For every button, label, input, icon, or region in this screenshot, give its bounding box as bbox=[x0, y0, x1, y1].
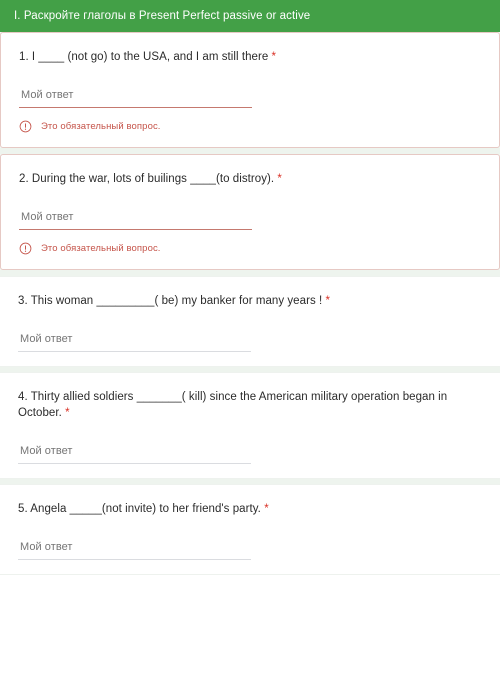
answer-input-5[interactable] bbox=[18, 539, 255, 559]
questions-list: 1. I ____ (not go) to the USA, and I am … bbox=[0, 32, 500, 575]
answer-input-4[interactable] bbox=[18, 443, 255, 463]
exclamation-circle-icon bbox=[19, 120, 32, 133]
required-asterisk-4: * bbox=[65, 407, 70, 419]
answer-input-2[interactable] bbox=[19, 209, 256, 229]
question-text-5: 5. Angela _____(not invite) to her frien… bbox=[18, 503, 261, 515]
required-asterisk-1: * bbox=[271, 51, 277, 63]
form-section-title: I. Раскройте глаголы в Present Perfect p… bbox=[14, 9, 311, 22]
question-text-4: 4. Thirty allied soldiers _______( kill)… bbox=[18, 391, 448, 419]
question-title-5: 5. Angela _____(not invite) to her frien… bbox=[18, 501, 482, 517]
error-row-2: Это обязательный вопрос. bbox=[19, 242, 481, 255]
answer-underline-2 bbox=[19, 229, 252, 230]
question-text-3: 3. This woman _________( be) my banker f… bbox=[18, 295, 323, 307]
answer-underline-5 bbox=[18, 559, 251, 560]
answer-underline-3 bbox=[18, 351, 251, 352]
question-text-1: 1. I ____ (not go) to the USA, and I am … bbox=[19, 51, 269, 63]
question-card-3[interactable]: 3. This woman _________( be) my banker f… bbox=[0, 276, 500, 367]
error-message-1: Это обязательный вопрос. bbox=[41, 121, 161, 132]
question-card-4[interactable]: 4. Thirty allied soldiers _______( kill)… bbox=[0, 372, 500, 479]
error-message-2: Это обязательный вопрос. bbox=[41, 243, 161, 254]
required-asterisk-3: * bbox=[325, 295, 331, 307]
exclamation-circle-icon bbox=[19, 242, 32, 255]
question-text-2: 2. During the war, lots of builings ____… bbox=[19, 173, 275, 185]
question-title-2: 2. During the war, lots of builings ____… bbox=[19, 171, 481, 187]
answer-input-3[interactable] bbox=[18, 331, 255, 351]
answer-field-2[interactable] bbox=[19, 209, 256, 230]
required-asterisk-5: * bbox=[264, 503, 269, 515]
answer-field-3[interactable] bbox=[18, 331, 255, 352]
required-asterisk-2: * bbox=[277, 173, 282, 185]
question-card-2[interactable]: 2. During the war, lots of builings ____… bbox=[0, 154, 500, 270]
question-title-3: 3. This woman _________( be) my banker f… bbox=[18, 293, 482, 309]
answer-field-4[interactable] bbox=[18, 443, 255, 464]
question-title-1: 1. I ____ (not go) to the USA, and I am … bbox=[19, 49, 481, 65]
question-title-4: 4. Thirty allied soldiers _______( kill)… bbox=[18, 389, 482, 421]
answer-field-1[interactable] bbox=[19, 87, 256, 108]
question-card-1[interactable]: 1. I ____ (not go) to the USA, and I am … bbox=[0, 32, 500, 148]
error-row-1: Это обязательный вопрос. bbox=[19, 120, 481, 133]
question-card-5[interactable]: 5. Angela _____(not invite) to her frien… bbox=[0, 484, 500, 575]
answer-input-1[interactable] bbox=[19, 87, 256, 107]
answer-underline-4 bbox=[18, 463, 251, 464]
answer-underline-1 bbox=[19, 107, 252, 108]
form-section-header: I. Раскройте глаголы в Present Perfect p… bbox=[0, 0, 500, 32]
answer-field-5[interactable] bbox=[18, 539, 255, 560]
